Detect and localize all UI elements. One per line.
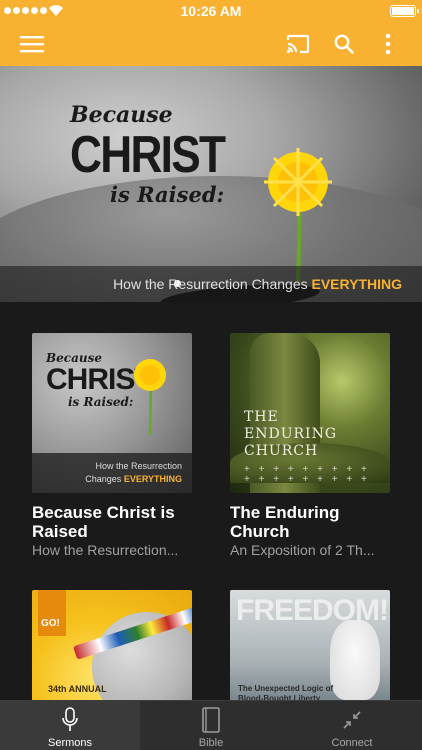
crosses-row2: + + + + + + + + +: [244, 474, 370, 485]
status-bar: 10:26 AM: [0, 0, 422, 22]
artwork-band-emphasis: EVERYTHING: [123, 474, 182, 484]
series-subtitle: An Exposition of 2 Th...: [230, 542, 375, 558]
hero-artwork-title: Because CHRIST is Raised:: [70, 102, 240, 207]
microphone-icon: [0, 705, 140, 735]
hamburger-menu-icon[interactable]: [16, 28, 48, 60]
more-vertical-icon[interactable]: [372, 28, 404, 60]
hero-title-line1: Because: [70, 102, 173, 128]
dandelion-image: [264, 148, 332, 282]
series-card-enduring-church[interactable]: THE ENDURING CHURCH + + + + + + + + + + …: [230, 333, 390, 559]
hero-title-line2: CHRIST: [70, 126, 226, 184]
artwork-line1: THE: [244, 409, 279, 425]
series-title: Because Christ is Raised: [32, 503, 175, 541]
series-artwork: THE ENDURING CHURCH + + + + + + + + + + …: [230, 333, 390, 493]
artwork-line3: CHURCH: [244, 443, 319, 459]
tab-bible[interactable]: Bible: [141, 701, 281, 750]
search-icon[interactable]: [328, 28, 360, 60]
series-subtitle: How the Resurrection...: [32, 542, 179, 558]
app-bar: [0, 22, 422, 66]
artwork-annual-text: 34th ANNUAL: [48, 684, 107, 694]
series-title: The Enduring Church: [230, 503, 340, 541]
hero-caption-emphasis: EVERYTHING: [311, 276, 403, 292]
artwork-band-prefix: Changes: [85, 474, 122, 484]
battery-icon: [390, 5, 419, 17]
tab-connect[interactable]: Connect: [282, 701, 422, 750]
artwork-band: [32, 453, 192, 493]
dandelion-image: [134, 359, 166, 435]
status-time: 10:26 AM: [180, 3, 242, 19]
tab-label: Sermons: [47, 737, 93, 749]
artwork-band-line1: How the Resurrection: [95, 461, 182, 471]
hero-caption-text: How the Resurrection Changes: [113, 276, 308, 292]
book-icon: [141, 705, 281, 735]
tab-sermons[interactable]: Sermons: [0, 701, 140, 750]
hero-caption: How the Resurrection Changes EVERYTHING: [113, 276, 402, 292]
tagline-line1: The Unexpected Logic of: [238, 684, 334, 693]
artwork-line2: ENDURING: [244, 426, 337, 442]
go-badge-text: GO!: [41, 618, 60, 629]
series-card-because-christ[interactable]: Because CHRIST is Raised: How the Resurr…: [32, 333, 192, 559]
series-artwork: Because CHRIST is Raised: How the Resurr…: [32, 333, 192, 493]
connect-arrows-icon: [282, 705, 422, 735]
lamb-image: [330, 620, 380, 700]
tab-bar: Sermons Bible Connect: [0, 700, 422, 750]
artwork-crosses: + + + + + + + + + + + + + + + + + +: [244, 465, 370, 485]
tab-label: Bible: [198, 737, 224, 749]
hero-title-line3: is Raised:: [110, 182, 225, 207]
tab-label: Connect: [331, 737, 373, 749]
artwork-title: THE ENDURING CHURCH: [244, 409, 337, 460]
hero-banner[interactable]: Because CHRIST is Raised: How the Resurr…: [0, 66, 422, 302]
artwork-band-line2: Changes EVERYTHING: [85, 474, 182, 484]
cast-icon[interactable]: [282, 28, 314, 60]
go-badge: [38, 590, 66, 636]
